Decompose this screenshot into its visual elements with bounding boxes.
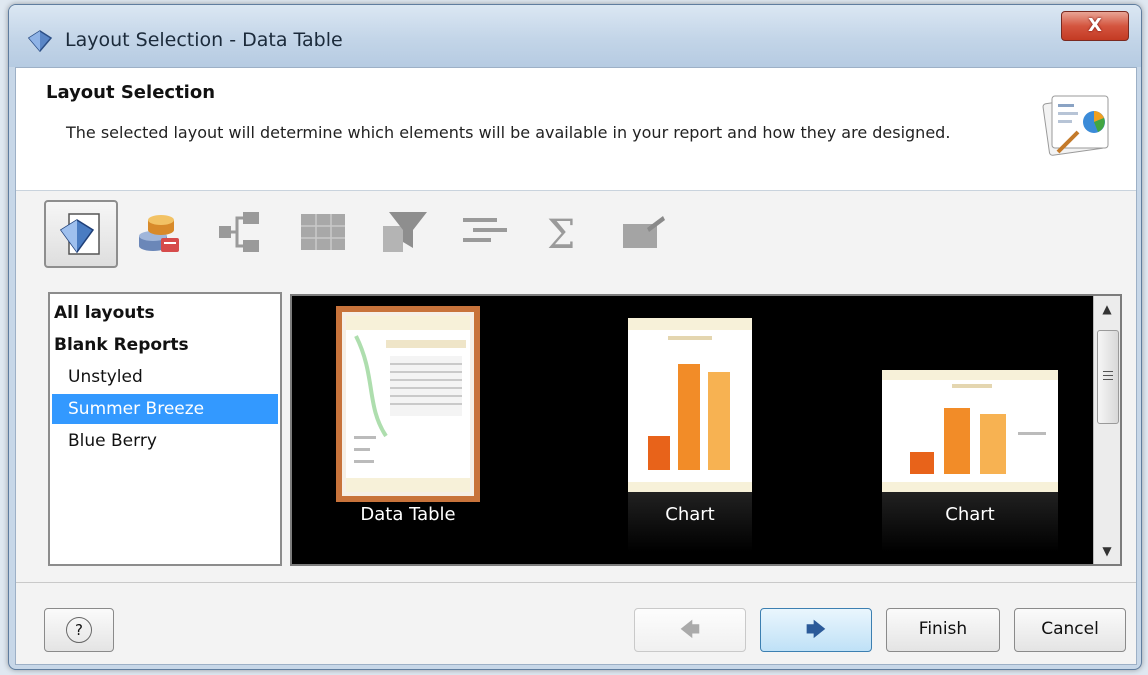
data-table-preview: [346, 316, 470, 492]
gallery-scrollbar[interactable]: ▲ ▼: [1093, 296, 1120, 564]
step-filter-button[interactable]: [370, 202, 440, 262]
cancel-button[interactable]: Cancel: [1014, 608, 1126, 652]
thumbnail-chart-portrait[interactable]: [628, 318, 752, 492]
arrow-left-icon: 🡄: [679, 617, 701, 641]
svg-text:Σ: Σ: [547, 212, 575, 258]
window-title: Layout Selection - Data Table: [65, 29, 343, 51]
list-item-all-layouts[interactable]: All layouts: [52, 298, 278, 328]
thumbnail-caption-chart-2: Chart: [945, 504, 995, 525]
dialog-body: Layout Selection The selected layout wil…: [15, 67, 1137, 665]
layout-category-list: All layouts Blank Reports Unstyled Summe…: [48, 292, 282, 566]
list-item-summer-breeze[interactable]: Summer Breeze: [52, 394, 278, 424]
title-bar[interactable]: Layout Selection - Data Table X: [9, 5, 1141, 67]
grip-line: [1103, 379, 1113, 380]
thumbnail-data-table[interactable]: [336, 306, 480, 502]
align-lines-icon: [463, 218, 507, 242]
bar-chart-preview: [628, 318, 752, 492]
help-button[interactable]: ?: [44, 608, 114, 652]
header-band: Layout Selection The selected layout wil…: [16, 68, 1136, 191]
bar-chart-landscape-preview: [882, 370, 1058, 492]
header-description: The selected layout will determine which…: [66, 123, 951, 142]
grip-line: [1103, 371, 1113, 372]
step-finish-options-button[interactable]: [608, 202, 678, 262]
sigma-icon: Σ: [547, 212, 575, 258]
app-diamond-icon: [27, 30, 53, 53]
close-button[interactable]: X: [1061, 11, 1129, 41]
list-item-unstyled[interactable]: Unstyled: [52, 362, 278, 392]
step-summary-button[interactable]: Σ: [528, 202, 598, 262]
step-grouping-button[interactable]: [206, 202, 276, 262]
footer-divider: [16, 582, 1136, 583]
arrow-right-icon: 🡆: [805, 617, 827, 641]
next-button[interactable]: 🡆: [760, 608, 872, 652]
step-data-source-button[interactable]: [124, 202, 194, 262]
filter-funnel-icon: [383, 212, 427, 252]
step-layout-button[interactable]: [44, 200, 118, 268]
step-layout-options-button[interactable]: [450, 202, 520, 262]
finish-button[interactable]: Finish: [886, 608, 1000, 652]
thumbnail-caption-data-table: Data Table: [360, 504, 456, 525]
grip-line: [1103, 375, 1113, 376]
table-grid-icon: [301, 214, 345, 250]
list-item-blue-berry[interactable]: Blue Berry: [52, 426, 278, 456]
wizard-steps-toolbar: Σ: [16, 190, 1136, 270]
layout-selection-dialog: Layout Selection - Data Table X Layout S…: [8, 4, 1142, 670]
layout-preview-gallery: Data Table Chart Chart ▲ ▼: [290, 294, 1122, 566]
scroll-up-arrow-icon[interactable]: ▲: [1094, 298, 1120, 320]
step-columns-button[interactable]: [288, 202, 358, 262]
thumbnail-chart-landscape[interactable]: [882, 370, 1058, 492]
layout-diamond-icon: [59, 213, 100, 255]
scroll-thumb[interactable]: [1097, 330, 1119, 424]
help-icon: ?: [66, 617, 92, 643]
edit-box-icon: [623, 216, 665, 248]
hierarchy-icon: [219, 212, 259, 252]
database-stack-icon: [139, 215, 179, 252]
list-item-blank-reports[interactable]: Blank Reports: [52, 330, 278, 360]
report-wizard-icon: [1042, 95, 1109, 156]
scroll-down-arrow-icon[interactable]: ▼: [1094, 540, 1120, 562]
header-title: Layout Selection: [46, 82, 216, 103]
thumbnail-caption-chart-1: Chart: [665, 504, 715, 525]
back-button[interactable]: 🡄: [634, 608, 746, 652]
